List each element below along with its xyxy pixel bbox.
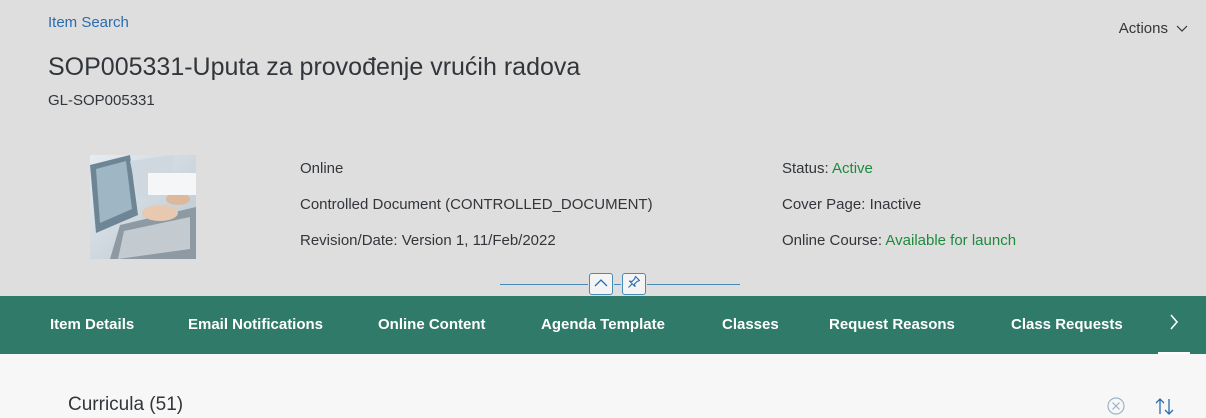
online-course-field: Online Course: Available for launch [782,232,1016,268]
actions-menu-button[interactable]: Actions [1119,20,1188,37]
actions-label: Actions [1118,20,1168,37]
page-title: SOP005331-Uputa za provođenje vrućih rad… [48,53,581,81]
sort-icon [1152,398,1178,418]
pin-icon [627,275,641,294]
collapse-header-icon [594,275,608,293]
tab-class-requests[interactable]: Class Requests [1011,296,1123,354]
cover-page-label: Cover Page: [782,196,866,213]
tab-agenda-template[interactable]: Agenda Template [541,296,665,354]
item-details-right: Status: Active Cover Page: Inactive Onli… [782,160,1016,268]
status-label: Status: [782,160,829,177]
revision-date: Revision/Date: Version 1, 11/Feb/2022 [300,232,556,249]
cover-page-value: Inactive [869,196,922,213]
online-course-label: Online Course: [782,232,883,249]
item-type: Controlled Document (CONTROLLED_DOCUMENT… [300,196,653,213]
chevron-right-icon [1169,313,1179,335]
pin-header-button[interactable] [622,273,646,295]
divider [614,284,621,285]
divider [647,284,740,285]
header-toggle-bar [500,272,740,296]
clear-filter-button[interactable] [1104,394,1128,418]
tabs-scroll-right-button[interactable] [1158,296,1190,354]
status-field: Status: Active [782,160,1016,196]
tab-classes[interactable]: Classes [722,296,779,354]
online-course-value: Available for launch [885,232,1017,249]
tab-email-notifications[interactable]: Email Notifications [188,296,323,354]
tab-bar: Item Details Email Notifications Online … [0,296,1206,354]
object-page-header: Item Search Actions SOP005331-Uputa za p… [0,0,1206,296]
clear-icon [1104,397,1128,418]
item-thumbnail-image [90,155,196,259]
section-title: Curricula (51) [68,394,184,415]
tab-item-details[interactable]: Item Details [50,296,134,354]
curricula-section: Curricula (51) [0,354,1206,418]
delivery-method: Online [300,160,344,177]
item-id: GL-SOP005331 [48,92,155,109]
item-details-left: Online Controlled Document (CONTROLLED_D… [300,160,653,268]
tab-request-reasons[interactable]: Request Reasons [829,296,955,354]
cover-page-field: Cover Page: Inactive [782,196,1016,232]
chevron-down-icon [1176,25,1188,33]
breadcrumb-item-search[interactable]: Item Search [48,14,129,31]
sort-button[interactable] [1152,394,1178,418]
tab-online-content[interactable]: Online Content [378,296,486,354]
collapse-header-button[interactable] [589,273,613,295]
status-value: Active [832,160,873,177]
divider [500,284,588,285]
